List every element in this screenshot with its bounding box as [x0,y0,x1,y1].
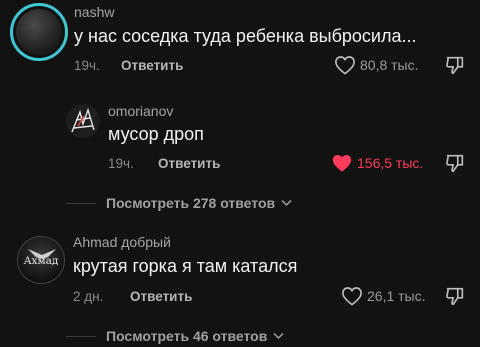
view-replies-label: Посмотреть 278 ответов [106,195,276,211]
avatar-text: Ахмад [23,255,59,267]
reply-button[interactable]: Ответить [121,58,183,73]
comment-text: у нас соседка туда ребенка выбросила... [74,26,417,46]
reply-button[interactable]: Ответить [130,289,192,304]
divider-line [66,336,96,337]
reply-button[interactable]: Ответить [158,156,220,171]
like-count: 80,8 тыс. [360,57,419,73]
chevron-down-icon [281,199,292,207]
avatar[interactable]: Ахмад [17,236,65,284]
heart-outline-icon [334,55,356,75]
comment-username[interactable]: Ahmad добрый [73,234,171,250]
comment-username[interactable]: nashw [74,4,114,20]
comment-time: 19ч. [108,156,134,171]
dislike-button[interactable] [444,285,466,307]
avatar[interactable] [10,3,68,61]
like-count: 26,1 тыс. [367,288,426,304]
view-replies-button[interactable]: Посмотреть 278 ответов [106,195,292,211]
heart-outline-icon [341,286,363,306]
heart-filled-icon [331,153,353,173]
chevron-down-icon [273,332,284,340]
divider-line [66,203,96,204]
like-count: 156,5 тыс. [357,155,424,171]
view-replies-button[interactable]: Посмотреть 46 ответов [106,328,284,344]
like-button[interactable]: 156,5 тыс. [331,153,423,173]
dislike-button[interactable] [444,54,466,76]
like-button[interactable]: 80,8 тыс. [334,55,419,75]
like-button[interactable]: 26,1 тыс. [341,286,426,306]
avatar[interactable] [66,104,100,138]
dislike-icon [444,54,466,76]
comment-time: 19ч. [74,58,100,73]
dislike-icon [444,285,466,307]
dislike-button[interactable] [444,152,466,174]
view-replies-label: Посмотреть 46 ответов [106,328,268,344]
comment-text: крутая горка я там катался [73,256,298,276]
dislike-icon [444,152,466,174]
comment-time: 2 дн. [73,289,104,304]
comment-username[interactable]: omorianov [108,103,173,119]
comment-text: мусор дроп [108,124,204,144]
